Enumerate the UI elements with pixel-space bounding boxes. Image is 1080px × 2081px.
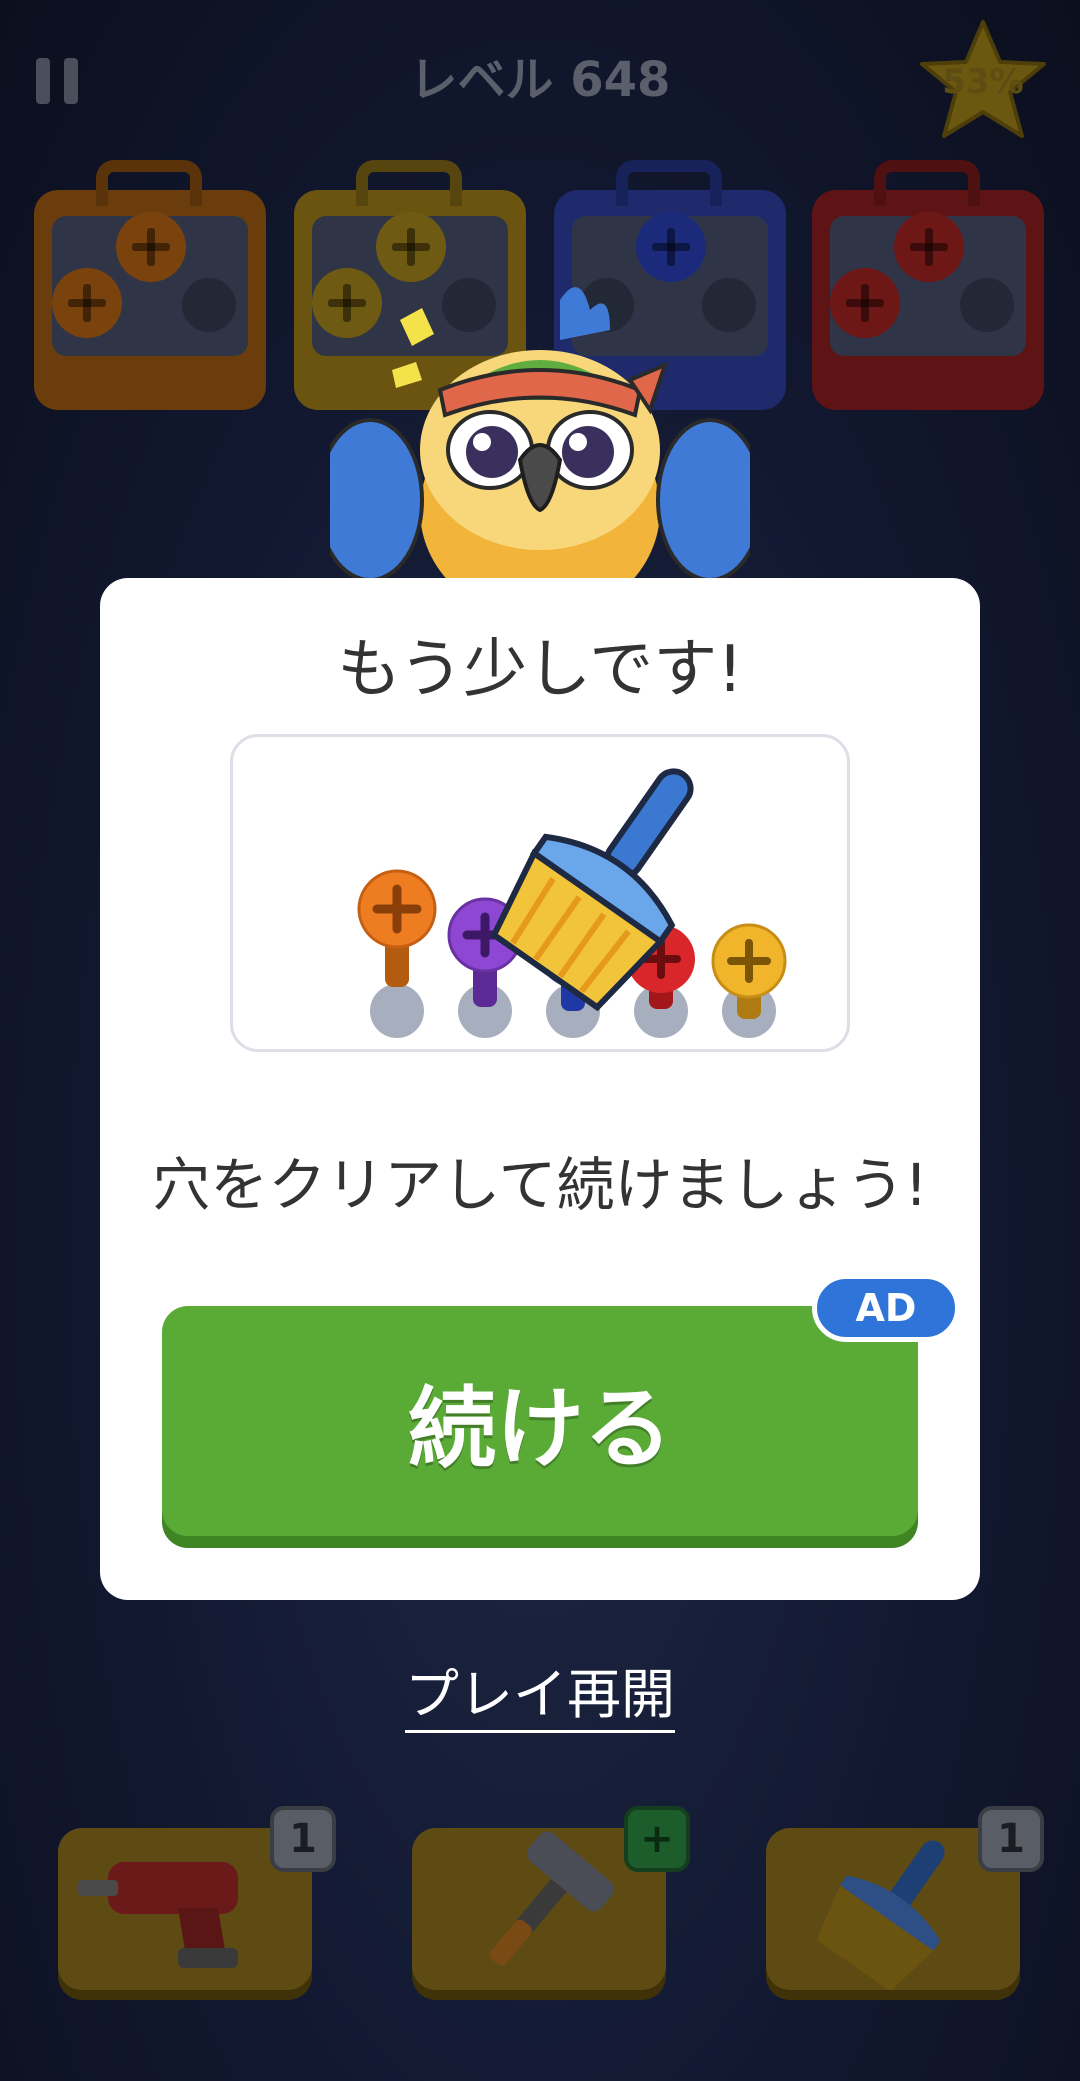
toolbox-orange[interactable] <box>34 160 266 410</box>
ad-badge: AD <box>812 1274 960 1342</box>
screw-icon[interactable] <box>376 212 446 282</box>
empty-hole <box>182 278 236 332</box>
parrot-mascot-icon <box>330 287 750 580</box>
dialog-title: もう少しです! <box>337 633 743 707</box>
screw-icon[interactable] <box>894 212 964 282</box>
continue-button[interactable]: 続ける <box>162 1306 918 1536</box>
continue-dialog: もう少しです! 穴をクリアして続けましょう! 続ける AD <box>100 578 980 1600</box>
toolbox-red[interactable] <box>812 160 1044 410</box>
hammer-add-badge[interactable]: + <box>624 1806 690 1872</box>
broom-count-badge: 1 <box>978 1806 1044 1872</box>
screw-icon[interactable] <box>52 268 122 338</box>
screw-icon[interactable] <box>116 212 186 282</box>
broom-clear-holes-icon <box>357 768 787 1038</box>
continue-label: 続ける <box>407 1377 672 1480</box>
progress-percent: 53% <box>942 62 1024 102</box>
screw-icon[interactable] <box>636 212 706 282</box>
empty-hole <box>960 278 1014 332</box>
dialog-message: 穴をクリアして続けましょう! <box>152 1151 928 1219</box>
screw-icon[interactable] <box>830 268 900 338</box>
drill-count-badge: 1 <box>270 1806 336 1872</box>
resume-play-link[interactable]: プレイ再開 <box>0 1650 1080 1733</box>
clear-holes-illustration <box>230 734 850 1052</box>
